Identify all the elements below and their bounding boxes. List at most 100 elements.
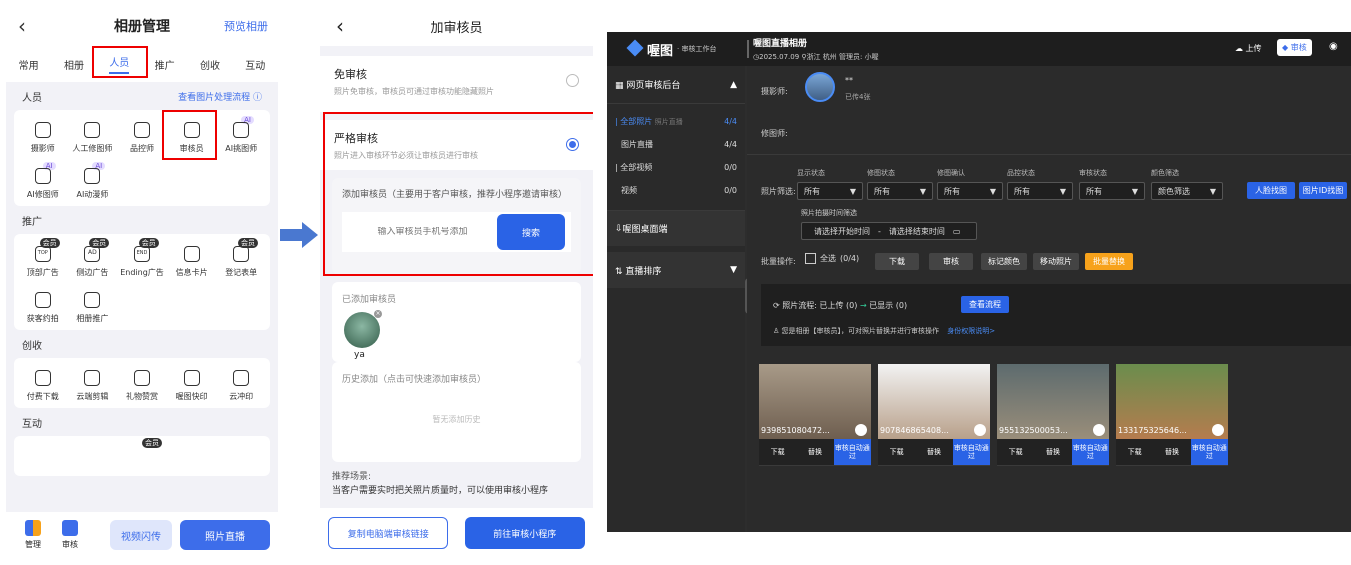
select-circle[interactable] bbox=[1093, 424, 1105, 436]
view-process-link[interactable]: 查看图片处理流程 ⓘ bbox=[178, 90, 262, 103]
cloud-edit-item[interactable]: 云端剪辑 bbox=[68, 364, 118, 402]
photographer-item[interactable]: 摄影师 bbox=[18, 116, 68, 154]
replace-button[interactable]: 替换 bbox=[1153, 439, 1191, 465]
info-card-item[interactable]: 信息卡片 bbox=[167, 240, 217, 278]
quality-control-item[interactable]: 品控师 bbox=[117, 116, 167, 154]
ad-icon: AD bbox=[84, 246, 101, 262]
item-label: 获客约拍 bbox=[26, 314, 59, 323]
photo-live-button[interactable]: 照片直播 bbox=[180, 520, 270, 550]
page-title: 加审核员 bbox=[430, 20, 483, 36]
auto-approve-button[interactable]: 审核自动通过 bbox=[833, 439, 871, 465]
download-button[interactable]: 下载 bbox=[759, 439, 797, 465]
tab-album[interactable]: 相册 bbox=[64, 57, 84, 72]
photo-card[interactable]: 955132500053... 下载 替换 审核自动通过 bbox=[997, 364, 1109, 466]
item-label: 付费下载 bbox=[26, 392, 59, 401]
retoucher-item[interactable]: 人工修图师 bbox=[68, 116, 118, 154]
radio-button[interactable] bbox=[566, 74, 579, 87]
download-button[interactable]: 下载 bbox=[878, 439, 916, 465]
no-review-option[interactable]: 免审核 照片免审核，审核员可通过审核功能隐藏照片 bbox=[320, 56, 593, 112]
mark-color-button[interactable]: 标记颜色 bbox=[981, 253, 1027, 270]
back-icon[interactable]: ‹ bbox=[18, 14, 26, 38]
preview-album-link[interactable]: 预览相册 bbox=[224, 18, 268, 34]
checkbox[interactable] bbox=[805, 253, 816, 264]
sidebar-item-photo-live[interactable]: 图片直播 4/4 bbox=[607, 133, 745, 156]
go-mini-program-button[interactable]: 前往审核小程序 bbox=[464, 517, 585, 549]
select-circle[interactable] bbox=[1212, 424, 1224, 436]
eye-icon[interactable]: ◉ bbox=[1329, 41, 1338, 52]
batch-download-button[interactable]: 下载 bbox=[875, 253, 919, 270]
quick-print-item[interactable]: 喔图快印 bbox=[167, 364, 217, 402]
select-all[interactable]: 全选 (0/4) bbox=[805, 253, 859, 264]
review-tab[interactable]: 审核 bbox=[60, 520, 80, 550]
filter-dropdown[interactable]: 所有 ▼ bbox=[1007, 182, 1073, 200]
photo-card[interactable]: 939851080472... 下载 替换 审核自动通过 bbox=[759, 364, 871, 466]
manage-tab[interactable]: 管理 bbox=[6, 520, 60, 550]
side-ad-item[interactable]: 会员 AD 侧边广告 bbox=[68, 238, 118, 278]
people-card: 摄影师 人工修图师 品控师 审核员 AI AI挑图师 AI AI修图师 AI AI动漫… bbox=[14, 110, 270, 206]
face-search-button[interactable]: 人脸找图 bbox=[1247, 182, 1295, 199]
back-icon[interactable]: ‹ bbox=[336, 14, 344, 38]
auto-approve-button[interactable]: 审核自动通过 bbox=[952, 439, 990, 465]
ai-anime-item[interactable]: AI AI动漫师 bbox=[68, 162, 118, 200]
batch-replace-button[interactable]: 批量替换 bbox=[1085, 253, 1133, 270]
video-flash-button[interactable]: 视频闪传 bbox=[110, 520, 172, 550]
printer-icon bbox=[233, 370, 250, 386]
gift-item[interactable]: 礼物赞赏 bbox=[117, 364, 167, 402]
sidebar-item-videos[interactable]: 视频 0/0 bbox=[607, 179, 745, 202]
date-range-picker[interactable]: 请选择开始时间 - 请选择结束时间 ▭ bbox=[801, 222, 977, 240]
sidebar-item-all-photos[interactable]: | 全部照片 照片直播 4/4 bbox=[607, 110, 745, 133]
cloud-print-item[interactable]: 云冲印 bbox=[216, 364, 266, 402]
desktop-client-link[interactable]: ⇩ 喔图桌面端 bbox=[607, 210, 745, 246]
ending-ad-item[interactable]: 会员 END Ending广告 bbox=[117, 238, 167, 278]
sidebar-item-all-videos[interactable]: | 全部视频 0/0 bbox=[607, 156, 745, 179]
filter-dropdown[interactable]: 所有 ▼ bbox=[1079, 182, 1145, 200]
client-booking-item[interactable]: 获客约拍 bbox=[18, 286, 68, 324]
web-review-header[interactable]: ▦ 网页审核后台 ▲ bbox=[607, 66, 745, 104]
album-promo-item[interactable]: 相册推广 bbox=[68, 286, 118, 324]
filter-dropdown[interactable]: 所有 ▼ bbox=[797, 182, 863, 200]
tab-common[interactable]: 常用 bbox=[19, 57, 39, 72]
move-photo-button[interactable]: 移动照片 bbox=[1033, 253, 1079, 270]
download-button[interactable]: 下载 bbox=[997, 439, 1035, 465]
income-card: 付费下载 云端剪辑 礼物赞赏 喔图快印 云冲印 bbox=[14, 358, 270, 408]
ai-picker-item[interactable]: AI AI挑图师 bbox=[216, 116, 266, 154]
photo-card[interactable]: 133175325646... 下载 替换 审核自动通过 bbox=[1116, 364, 1228, 466]
live-sort-header[interactable]: ⇅ 直播排序 ▼ bbox=[607, 252, 745, 288]
remove-icon[interactable]: × bbox=[374, 310, 382, 318]
tab-income[interactable]: 创收 bbox=[200, 57, 220, 72]
history-title: 历史添加（点击可快速添加审核员） bbox=[342, 375, 487, 385]
copy-link-button[interactable]: 复制电脑端审核链接 bbox=[328, 517, 449, 549]
auto-approve-button[interactable]: 审核自动通过 bbox=[1071, 439, 1109, 465]
paid-download-item[interactable]: 付费下载 bbox=[18, 364, 68, 402]
filter-dropdown[interactable]: 所有 ▼ bbox=[867, 182, 933, 200]
replace-button[interactable]: 替换 bbox=[796, 439, 834, 465]
form-icon bbox=[233, 246, 250, 262]
scissors-icon bbox=[84, 370, 101, 386]
tab-promo[interactable]: 推广 bbox=[155, 57, 175, 72]
auto-approve-button[interactable]: 审核自动通过 bbox=[1190, 439, 1228, 465]
download-button[interactable]: 下载 bbox=[1116, 439, 1154, 465]
upload-button[interactable]: ☁ 上传 bbox=[1235, 43, 1262, 54]
replace-button[interactable]: 替换 bbox=[915, 439, 953, 465]
photo-card[interactable]: 907846865408... 下载 替换 审核自动通过 bbox=[878, 364, 990, 466]
location: 浙江 杭州 bbox=[806, 53, 837, 61]
chevron-down-icon: ▼ bbox=[989, 186, 996, 196]
top-ad-item[interactable]: 会员 TOP 顶部广告 bbox=[18, 238, 68, 278]
ai-retoucher-item[interactable]: AI AI修图师 bbox=[18, 162, 68, 200]
batch-review-button[interactable]: 审核 bbox=[929, 253, 973, 270]
view-flow-button[interactable]: 查看流程 bbox=[961, 296, 1009, 313]
select-circle[interactable] bbox=[855, 424, 867, 436]
item-label: 视频 bbox=[621, 186, 637, 195]
filter-dropdown[interactable]: 颜色筛选 ▼ bbox=[1151, 182, 1223, 200]
photo-id-search-button[interactable]: 图片ID找图 bbox=[1299, 182, 1347, 199]
tab-interact[interactable]: 互动 bbox=[245, 57, 265, 72]
form-item[interactable]: 会员 登记表单 bbox=[216, 238, 266, 278]
select-circle[interactable] bbox=[974, 424, 986, 436]
added-title: 已添加审核员 bbox=[342, 295, 397, 305]
replace-button[interactable]: 替换 bbox=[1034, 439, 1072, 465]
avatar[interactable] bbox=[344, 312, 380, 348]
permission-link[interactable]: 身份权限说明> bbox=[947, 327, 995, 335]
filter-dropdown[interactable]: 所有 ▼ bbox=[937, 182, 1003, 200]
review-button[interactable]: ◆ 审核 bbox=[1277, 39, 1312, 56]
photographer-avatar[interactable] bbox=[805, 72, 835, 102]
